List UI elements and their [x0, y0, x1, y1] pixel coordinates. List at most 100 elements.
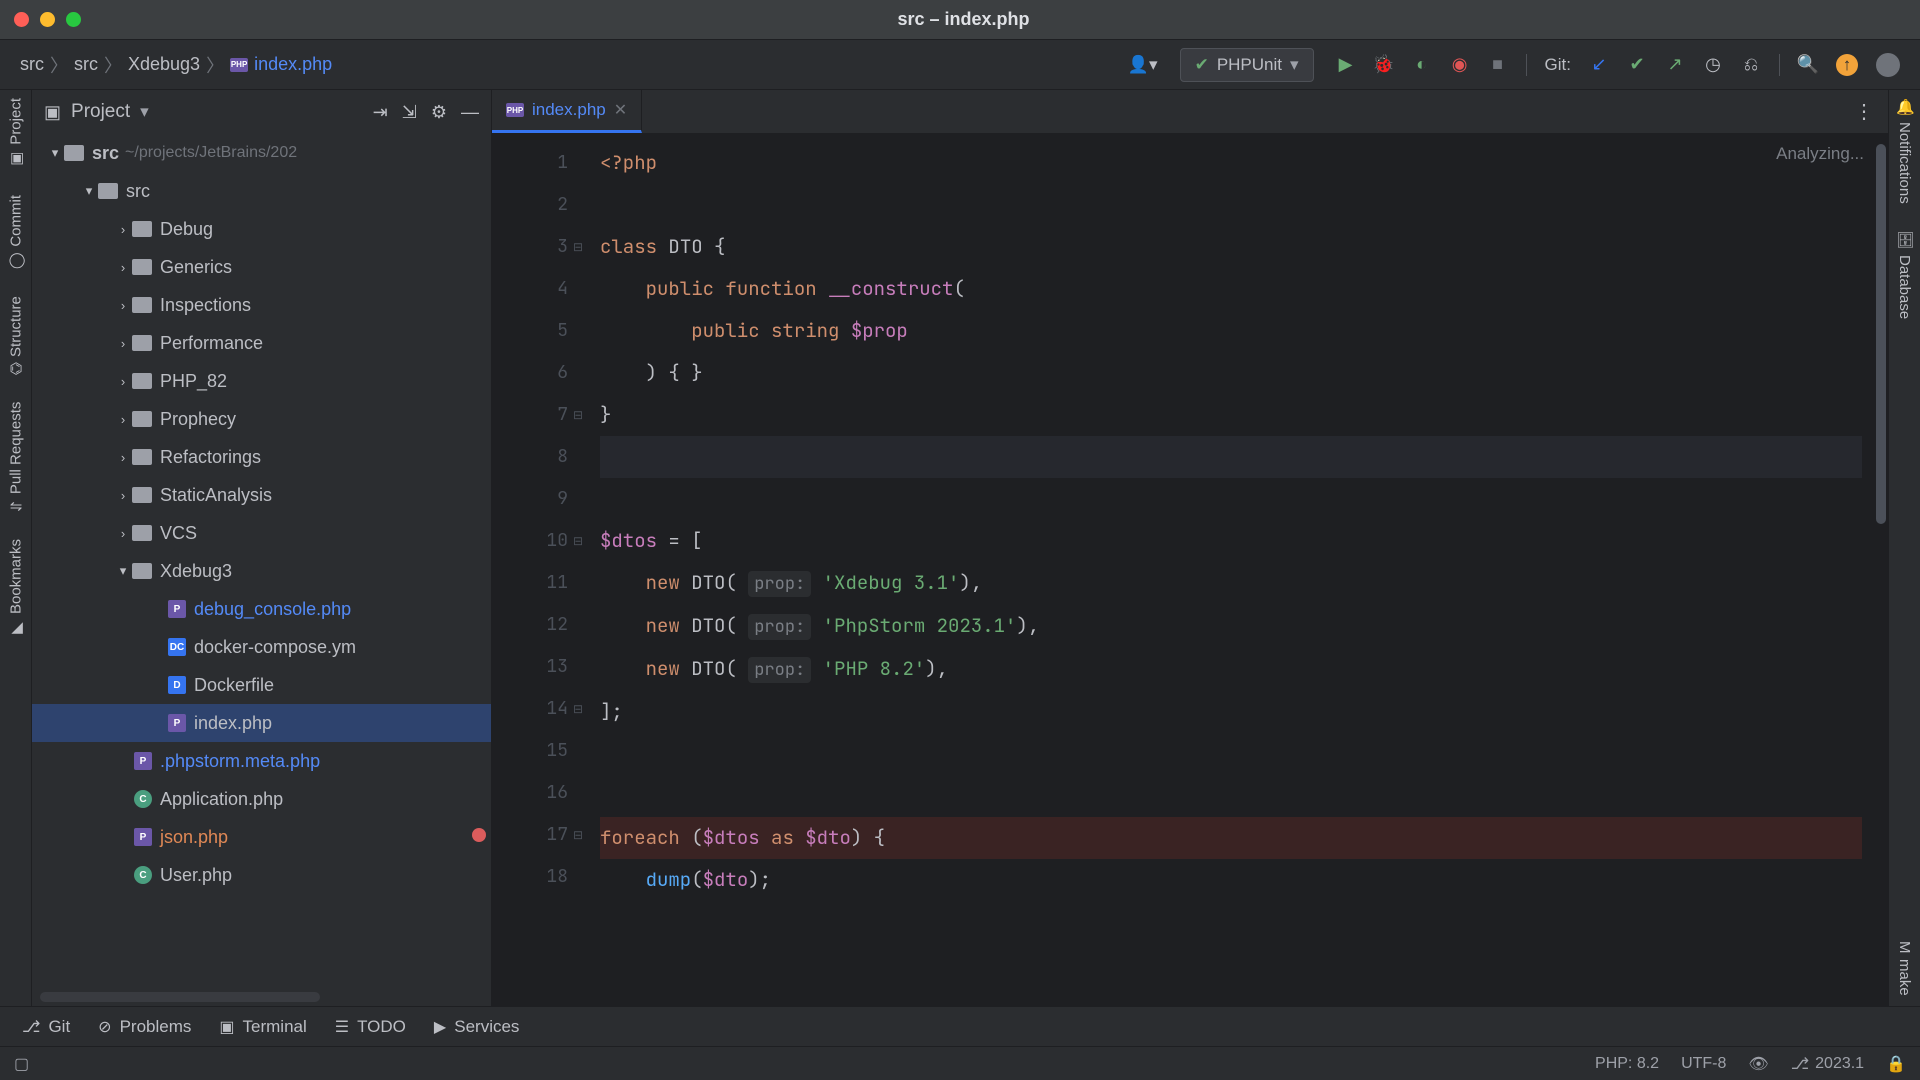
chevron-right-icon[interactable]: ›	[114, 298, 132, 313]
tree-folder[interactable]: ▾ src	[32, 172, 491, 210]
tree-folder[interactable]: ›Debug	[32, 210, 491, 248]
tree-folder[interactable]: ›VCS	[32, 514, 491, 552]
pull-requests-tool-button[interactable]: ⇋Pull Requests	[7, 402, 25, 513]
minimize-window-icon[interactable]	[40, 12, 55, 27]
maximize-window-icon[interactable]	[66, 12, 81, 27]
tree-folder[interactable]: ›StaticAnalysis	[32, 476, 491, 514]
git-tool-button[interactable]: ⎇Git	[22, 1017, 70, 1037]
encoding-status[interactable]: UTF-8	[1681, 1055, 1726, 1073]
services-tool-button[interactable]: ▶Services	[434, 1017, 520, 1037]
tree-folder[interactable]: ›Performance	[32, 324, 491, 362]
line-number[interactable]: 14	[492, 688, 568, 730]
code-content[interactable]: <?php class DTO { public function __cons…	[588, 134, 1874, 1006]
tree-file[interactable]: DDockerfile	[32, 666, 491, 704]
line-number[interactable]: 2	[492, 184, 568, 226]
chevron-right-icon[interactable]: ›	[114, 412, 132, 427]
breadcrumb-item[interactable]: src	[74, 54, 98, 75]
todo-tool-button[interactable]: ☰TODO	[335, 1017, 406, 1037]
expand-all-icon[interactable]: ⇲	[402, 102, 417, 123]
line-number[interactable]: 16	[492, 772, 568, 814]
update-project-icon[interactable]: ↙	[1589, 55, 1609, 75]
tree-folder[interactable]: ›Inspections	[32, 286, 491, 324]
coverage-icon[interactable]: ◐	[1412, 55, 1432, 75]
tree-folder[interactable]: ›Prophecy	[32, 400, 491, 438]
tab-more-icon[interactable]: ⋮	[1840, 90, 1888, 133]
breadcrumb-item[interactable]: src	[20, 54, 44, 75]
debug-icon[interactable]: 🐞	[1374, 55, 1394, 75]
fold-gutter[interactable]: ⊟ ⊟ ⊟ ⊟ ⊟	[568, 134, 588, 1006]
line-number[interactable]: 17	[546, 823, 568, 846]
commit-tool-button[interactable]: ◯Commit	[7, 195, 25, 271]
terminal-tool-button[interactable]: ▣Terminal	[219, 1017, 306, 1037]
line-number[interactable]: 1	[492, 142, 568, 184]
push-icon[interactable]: ↗	[1665, 55, 1685, 75]
commit-icon[interactable]: ✔	[1627, 55, 1647, 75]
breadcrumb-item[interactable]: Xdebug3	[128, 54, 200, 75]
horizontal-scrollbar[interactable]	[40, 992, 320, 1002]
tree-file-selected[interactable]: Pindex.php	[32, 704, 491, 742]
select-opened-file-icon[interactable]: ⇥	[373, 102, 388, 123]
run-config-selector[interactable]: ✔ PHPUnit ▾	[1180, 48, 1314, 82]
project-panel-title[interactable]: Project	[71, 101, 130, 123]
project-tree[interactable]: ▾ src ~/projects/JetBrains/202 ▾ src ›De…	[32, 134, 491, 988]
editor-scrollbar[interactable]	[1874, 134, 1888, 1006]
run-icon[interactable]: ▶	[1336, 55, 1356, 75]
lock-icon[interactable]: 🔒	[1886, 1054, 1906, 1074]
tree-file[interactable]: DCdocker-compose.ym	[32, 628, 491, 666]
fold-icon[interactable]: ⊟	[568, 520, 588, 562]
profile-icon[interactable]: ◉	[1450, 55, 1470, 75]
breakpoint-icon[interactable]	[472, 828, 486, 842]
history-icon[interactable]: ◷	[1703, 55, 1723, 75]
notifications-tool-button[interactable]: 🔔Notifications	[1896, 98, 1914, 204]
make-tool-button[interactable]: Mmake	[1896, 941, 1913, 996]
chevron-down-icon[interactable]: ▾	[114, 563, 132, 579]
chevron-down-icon[interactable]: ▾	[46, 145, 64, 161]
tree-file[interactable]: CApplication.php	[32, 780, 491, 818]
tree-file[interactable]: Pjson.php	[32, 818, 491, 856]
scrollbar-thumb[interactable]	[1876, 144, 1886, 524]
avatar-icon[interactable]	[1876, 53, 1900, 77]
tool-windows-icon[interactable]: ▢	[14, 1054, 29, 1074]
tree-root[interactable]: ▾ src ~/projects/JetBrains/202	[32, 134, 491, 172]
problems-tool-button[interactable]: ⊘Problems	[98, 1017, 191, 1037]
tree-folder[interactable]: ›PHP_82	[32, 362, 491, 400]
chevron-right-icon[interactable]: ›	[114, 222, 132, 237]
git-branch-status[interactable]: ⎇ 2023.1	[1791, 1054, 1864, 1074]
line-number[interactable]: 18	[492, 856, 568, 898]
hide-icon[interactable]: —	[461, 102, 479, 123]
close-tab-icon[interactable]: ✕	[614, 100, 627, 120]
fold-end-icon[interactable]: ⊟	[568, 394, 588, 436]
line-number[interactable]: 11	[492, 562, 568, 604]
update-available-icon[interactable]: ↑	[1836, 54, 1858, 76]
chevron-right-icon[interactable]: ›	[114, 374, 132, 389]
line-number[interactable]: 10	[492, 520, 568, 562]
fold-icon[interactable]: ⊟	[568, 814, 588, 856]
breadcrumb-item[interactable]: index.php	[254, 54, 332, 75]
fold-end-icon[interactable]: ⊟	[568, 688, 588, 730]
chevron-right-icon[interactable]: ›	[114, 526, 132, 541]
chevron-down-icon[interactable]: ▾	[140, 102, 149, 122]
line-number[interactable]: 8	[492, 436, 568, 478]
line-number[interactable]: 4	[492, 268, 568, 310]
tree-folder[interactable]: ▾Xdebug3	[32, 552, 491, 590]
tree-folder[interactable]: ›Generics	[32, 248, 491, 286]
search-icon[interactable]: 🔍	[1798, 55, 1818, 75]
tree-file[interactable]: CUser.php	[32, 856, 491, 894]
tree-file[interactable]: P.phpstorm.meta.php	[32, 742, 491, 780]
bookmarks-tool-button[interactable]: ◣Bookmarks	[7, 539, 25, 638]
line-number[interactable]: 9	[492, 478, 568, 520]
fold-icon[interactable]: ⊟	[568, 226, 588, 268]
chevron-right-icon[interactable]: ›	[114, 450, 132, 465]
project-tool-button[interactable]: ▣Project	[7, 98, 25, 169]
chevron-right-icon[interactable]: ›	[114, 488, 132, 503]
database-tool-button[interactable]: 🗄Database	[1896, 230, 1914, 319]
settings-icon[interactable]: ⚙	[431, 102, 447, 123]
line-number[interactable]: 5	[492, 310, 568, 352]
php-version-status[interactable]: PHP: 8.2	[1595, 1055, 1659, 1073]
line-number[interactable]: 6	[492, 352, 568, 394]
tree-file[interactable]: Pdebug_console.php	[32, 590, 491, 628]
line-number[interactable]: 7	[492, 394, 568, 436]
line-number[interactable]: 12	[492, 604, 568, 646]
line-gutter[interactable]: 1 2 3 4 5 6 7 8 9 10 11 12 13 14 15 16 1…	[492, 134, 568, 1006]
stop-icon[interactable]: ■	[1488, 55, 1508, 75]
